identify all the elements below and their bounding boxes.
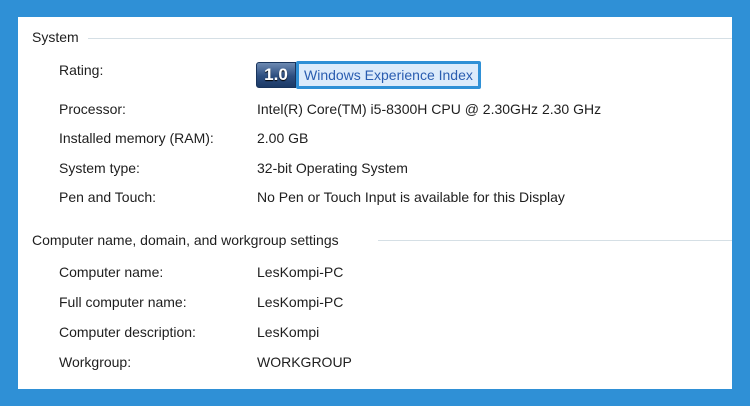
- system-type-label: System type:: [59, 160, 140, 176]
- pen-and-touch-label: Pen and Touch:: [59, 189, 157, 205]
- rating-badge[interactable]: 1.0 Windows Experience Index: [256, 61, 481, 89]
- computer-name-label: Computer name:: [59, 264, 164, 280]
- processor-value: Intel(R) Core(TM) i5-8300H CPU @ 2.30GHz…: [257, 101, 602, 117]
- rating-label: Rating:: [59, 62, 104, 78]
- installed-memory-label: Installed memory (RAM):: [59, 130, 214, 146]
- installed-memory-value: 2.00 GB: [257, 130, 309, 146]
- rating-score[interactable]: 1.0: [256, 62, 296, 88]
- system-properties-panel: System Rating: 1.0 Windows Experience In…: [18, 17, 732, 389]
- processor-label: Processor:: [59, 101, 126, 117]
- computer-description-value: LesKompi: [257, 324, 320, 340]
- windows-experience-index-link[interactable]: Windows Experience Index: [296, 61, 481, 89]
- workgroup-value: WORKGROUP: [257, 354, 352, 370]
- full-computer-name-label: Full computer name:: [59, 294, 187, 310]
- computer-description-label: Computer description:: [59, 324, 196, 340]
- system-section-header: System: [32, 28, 83, 46]
- computer-section-header: Computer name, domain, and workgroup set…: [32, 231, 343, 249]
- workgroup-label: Workgroup:: [59, 354, 132, 370]
- system-section-divider: [88, 38, 732, 39]
- system-type-value: 32-bit Operating System: [257, 160, 408, 176]
- computer-name-value: LesKompi-PC: [257, 264, 344, 280]
- pen-and-touch-value: No Pen or Touch Input is available for t…: [257, 189, 565, 205]
- full-computer-name-value: LesKompi-PC: [257, 294, 344, 310]
- computer-section-divider: [378, 240, 732, 241]
